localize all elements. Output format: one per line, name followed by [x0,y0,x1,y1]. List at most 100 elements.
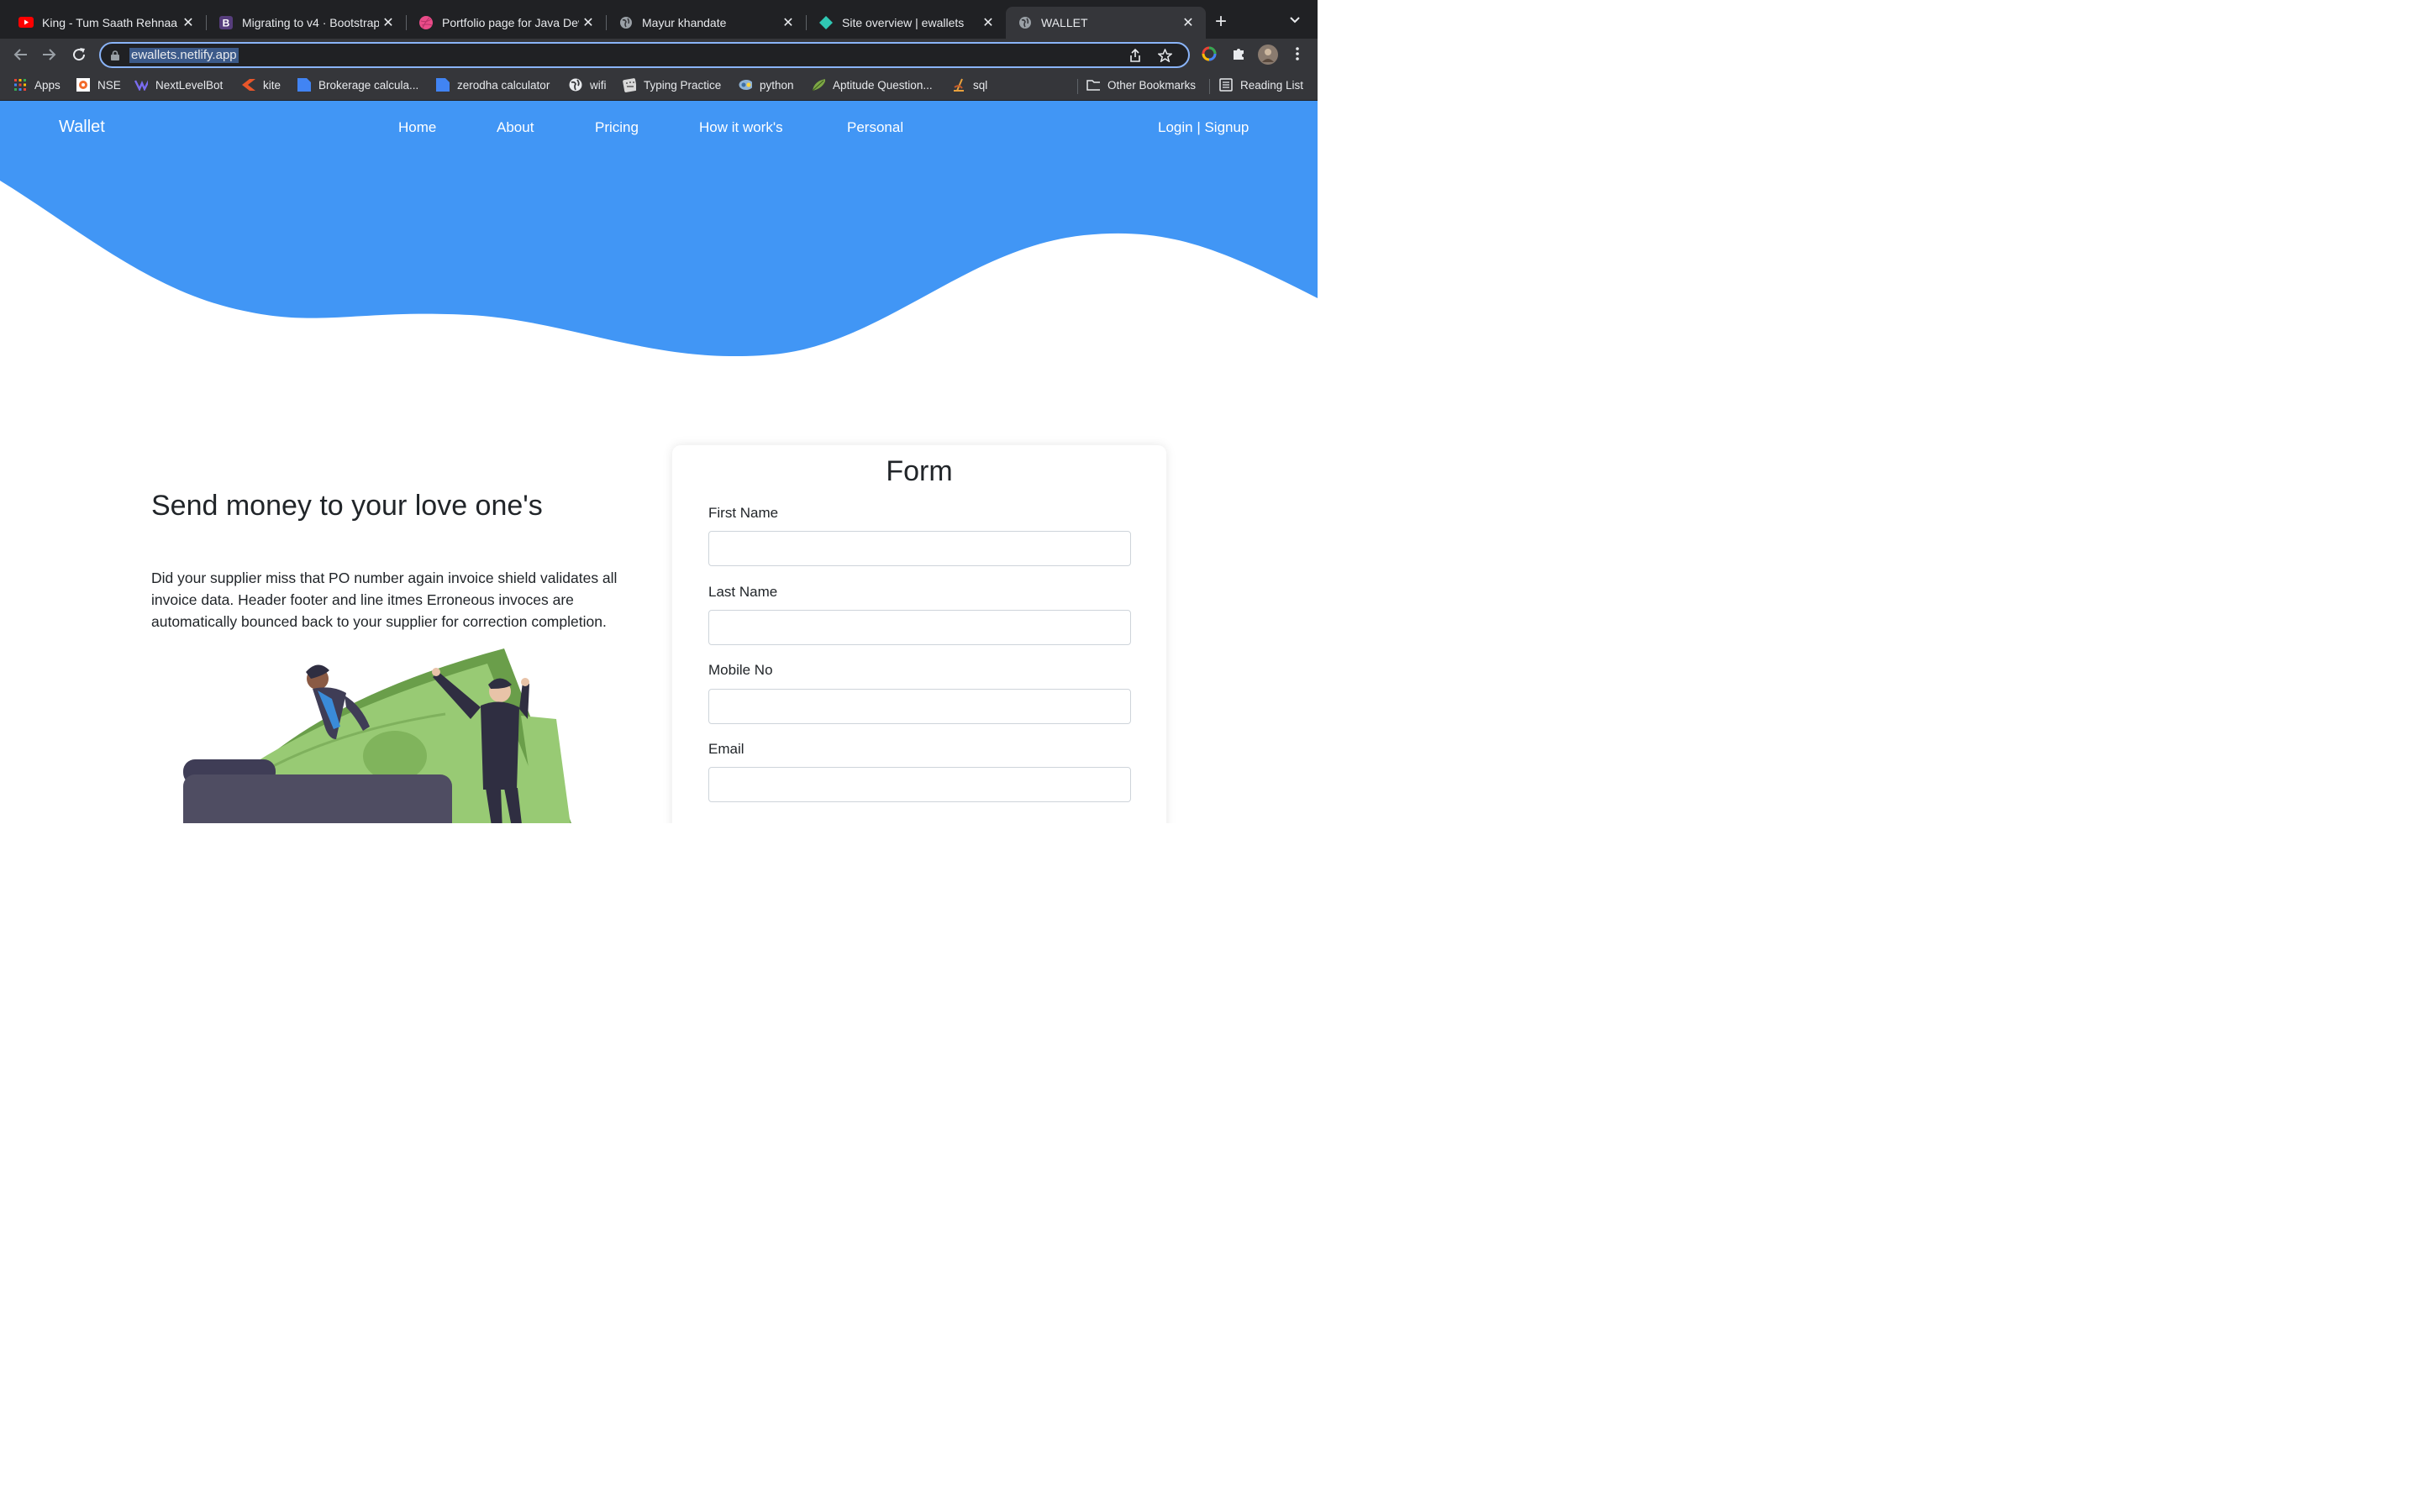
bookmark-label: python [760,78,794,92]
bookmark-python[interactable]: python [739,78,794,92]
bookmark-brokerage[interactable]: Brokerage calcula... [297,78,418,92]
lock-icon [111,50,119,65]
first-name-label: First Name [708,505,779,521]
mobile-no-label: Mobile No [708,662,773,678]
bookmark-label: Reading List [1240,78,1304,92]
bookmark-label: kite [263,78,281,92]
url-text[interactable]: ewallets.netlify.app [129,48,239,63]
mobile-no-input[interactable] [708,689,1131,724]
close-tab-icon[interactable]: ✕ [1179,14,1197,31]
bookmark-reading-list[interactable]: Reading List [1219,78,1303,92]
money-wallet-illustration [183,648,571,823]
bookmark-wifi[interactable]: wifi [569,78,607,92]
bookmark-typing-practice[interactable]: Typing Practice [623,78,721,92]
apps-grid-icon [13,78,27,92]
tab-youtube[interactable]: King - Tum Saath Rehnaa (C ✕ [7,7,207,39]
email-input[interactable] [708,767,1131,802]
globe-icon [1018,15,1033,30]
tab-title: Site overview | ewallets [842,16,965,29]
close-tab-icon[interactable]: ✕ [579,14,597,31]
browser-window: King - Tum Saath Rehnaa (C ✕ B Migrating… [0,0,1318,823]
leaf-icon [812,78,825,92]
folder-icon [1086,78,1100,92]
kebab-menu-icon[interactable] [1295,46,1300,66]
bookmark-label: NextLevelBot [155,78,224,92]
tab-wallet[interactable]: WALLET ✕ [1006,7,1206,39]
bookmark-kite[interactable]: kite [242,78,281,92]
sql-icon [952,78,965,92]
bookmark-nextlevelbot[interactable]: NextLevelBot [134,78,223,92]
svg-text:B: B [223,18,230,29]
tab-strip: King - Tum Saath Rehnaa (C ✕ B Migrating… [0,0,1318,39]
nav-pricing[interactable]: Pricing [595,119,639,136]
tab-title: Mayur khandate [642,16,727,29]
bookmark-divider [1209,79,1210,94]
tab-title: King - Tum Saath Rehnaa (C [42,16,179,29]
tab-netlify[interactable]: Site overview | ewallets ✕ [807,7,1006,39]
brand-logo[interactable]: Wallet [59,118,105,137]
email-label: Email [708,741,744,757]
tab-search-chevron-icon[interactable] [1289,13,1301,29]
bookmark-label: Other Bookmarks [1107,78,1197,92]
tab-title: WALLET [1041,16,1088,29]
close-tab-icon[interactable]: ✕ [979,14,997,31]
dribbble-icon [418,15,434,30]
nav-about[interactable]: About [497,119,534,136]
bootstrap-icon: B [218,15,234,30]
new-tab-icon[interactable]: + [1215,12,1227,32]
tab-bootstrap[interactable]: B Migrating to v4 · Bootstrap ✕ [207,7,407,39]
bookmark-other-bookmarks[interactable]: Other Bookmarks [1086,78,1196,92]
bookmark-label: Typing Practice [644,78,722,92]
bookmark-nse[interactable]: NSE [76,78,121,92]
puzzle-extensions-icon[interactable] [1231,46,1246,66]
netlify-icon [818,15,834,30]
form-title: Form [886,455,953,487]
profile-avatar-icon[interactable] [1258,45,1278,69]
bookmarks-bar: Apps NSE NextLevelBot kite Brokerage cal… [0,71,1318,101]
last-name-input[interactable] [708,610,1131,645]
close-tab-icon[interactable]: ✕ [379,14,397,31]
login-signup-link[interactable]: Login | Signup [1158,119,1249,136]
hero-description: Did your supplier miss that PO number ag… [151,570,618,630]
star-bookmark-icon[interactable] [1157,48,1173,66]
first-name-input[interactable] [708,531,1131,566]
tab-title: Portfolio page for Java Dev [442,16,579,29]
youtube-icon [18,15,34,30]
signup-form-card: Form First Name Last Name Mobile No Emai… [672,445,1166,823]
tab-mayur[interactable]: Mayur khandate ✕ [607,7,807,39]
close-tab-icon[interactable]: ✕ [779,14,797,31]
nse-icon [76,78,90,92]
forward-arrow-icon[interactable] [41,46,58,63]
bookmark-label: zerodha calculator [457,78,550,92]
tab-dribbble[interactable]: Portfolio page for Java Dev ✕ [407,7,607,39]
bookmark-label: Apps [34,78,60,92]
globe-icon [569,78,582,92]
bookmark-apps[interactable]: Apps [13,78,60,92]
zerodha-icon [297,78,311,92]
keyboard-icon [623,78,636,92]
nav-how-it-works[interactable]: How it work's [699,119,783,136]
nav-personal[interactable]: Personal [847,119,903,136]
share-icon[interactable] [1129,48,1141,66]
bookmark-label: sql [973,78,988,92]
bookmark-label: NSE [97,78,121,92]
hero-title: Send money to your love one's [151,490,543,522]
reload-icon[interactable] [71,46,87,63]
back-arrow-icon[interactable] [12,46,29,63]
bookmark-sql[interactable]: sql [952,78,987,92]
bookmark-label: wifi [590,78,607,92]
bookmark-aptitude[interactable]: Aptitude Question... [812,78,933,92]
bookmark-divider [1077,79,1078,94]
bookmark-label: Brokerage calcula... [318,78,419,92]
tab-title: Migrating to v4 · Bootstrap [242,16,379,29]
browser-toolbar: ewallets.netlify.app [0,39,1318,71]
python-icon [739,78,752,92]
nav-home[interactable]: Home [398,119,436,136]
reading-list-icon [1219,78,1233,92]
bookmark-label: Aptitude Question... [833,78,933,92]
globe-icon [618,15,634,30]
bookmark-zerodha-calculator[interactable]: zerodha calculator [436,78,550,92]
color-extension-icon[interactable] [1202,46,1217,66]
close-tab-icon[interactable]: ✕ [179,14,197,31]
address-bar[interactable]: ewallets.netlify.app [99,42,1190,68]
